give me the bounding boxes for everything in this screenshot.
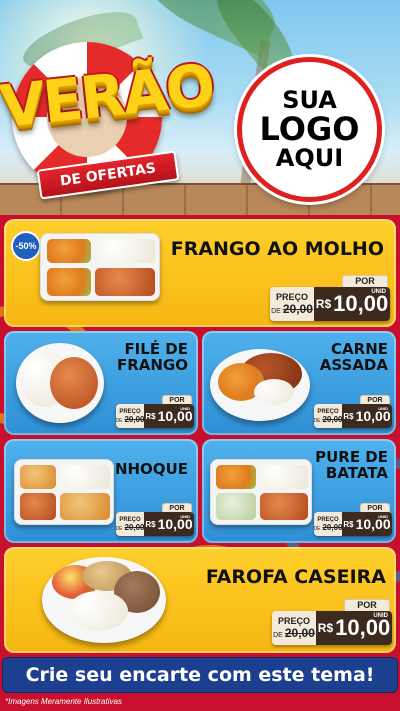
- old-price: 20,00: [322, 522, 343, 532]
- logo-line: LOGO: [259, 109, 360, 148]
- product-card[interactable]: FILÉ DE FRANGO POR PREÇO DE 20,00 R$ 10,00…: [4, 331, 198, 435]
- discount-badge: -50%: [11, 231, 41, 261]
- product-name: FAROFA CASEIRA: [205, 566, 386, 588]
- tray-mashed-potato-icon: [210, 459, 312, 525]
- discount-label: -50%: [15, 241, 37, 251]
- old-price: 20,00: [282, 302, 313, 316]
- logo-placeholder: SUA LOGO AQUI: [237, 57, 382, 202]
- product-card[interactable]: FAROFA CASEIRA POR PREÇO DE 20,00 R$ 10,0…: [4, 547, 396, 653]
- tray-chicken-icon: [40, 233, 160, 301]
- disclaimer: *Imagens Meramente Ilustrativas: [5, 697, 122, 706]
- bowl-farofa-icon: [42, 557, 166, 643]
- old-price: 20,00: [284, 626, 315, 640]
- product-name: FILÉ DE FRANGO: [116, 340, 188, 375]
- bowl-beef-icon: [210, 349, 310, 421]
- currency: R$: [315, 297, 332, 311]
- price-tag: POR PREÇO DE 20,00 R$ 10,00 UNID: [272, 599, 392, 647]
- price-tag: POR PREÇO DE 20,00 R$ 10,00 UNID: [116, 395, 194, 431]
- price-tag: POR PREÇO DE 20,00 R$ 10,00 UNID: [314, 395, 392, 431]
- price-tag: POR PREÇO DE 20,00 R$ 10,00 UNID: [314, 503, 392, 539]
- product-name: FRANGO AO MOLHO: [170, 238, 384, 260]
- header-banner: VERÃO DE OFERTAS SUA LOGO AQUI: [0, 0, 400, 215]
- flyer: VERÃO DE OFERTAS SUA LOGO AQUI -50% FRAN…: [0, 0, 400, 711]
- logo-line: AQUI: [275, 144, 344, 173]
- old-price: 20,00: [124, 522, 145, 532]
- product-name: NHOQUE: [114, 460, 188, 478]
- unit-label: UNID: [371, 289, 386, 295]
- price-label: PREÇO: [275, 292, 308, 302]
- campaign-subtitle: DE OFERTAS: [59, 160, 157, 190]
- product-name: PURE DE BATATA: [315, 448, 388, 483]
- create-flyer-button[interactable]: Crie seu encarte com este tema!: [2, 657, 398, 693]
- product-card[interactable]: NHOQUE POR PREÇO DE 20,00 R$ 10,00 UNID: [4, 439, 198, 543]
- bowl-chicken-icon: [16, 343, 104, 423]
- cta-label: Crie seu encarte com este tema!: [25, 664, 375, 686]
- price-de-label: DE: [271, 308, 281, 315]
- tray-gnocchi-icon: [14, 459, 114, 525]
- price-tag: POR PREÇO DE 20,00 R$ 10,00 UNID: [116, 503, 194, 539]
- product-name: CARNE ASSADA: [319, 340, 388, 375]
- product-card[interactable]: -50% FRANGO AO MOLHO POR PREÇO DE 20,00 R…: [4, 219, 396, 327]
- old-price: 20,00: [322, 414, 343, 424]
- price-tag: POR PREÇO DE 20,00 R$ 10,00 UNID: [270, 275, 390, 323]
- old-price: 20,00: [124, 414, 145, 424]
- product-card[interactable]: PURE DE BATATA POR PREÇO DE 20,00 R$ 10,00…: [202, 439, 396, 543]
- logo-line: SUA: [282, 85, 337, 114]
- product-card[interactable]: CARNE ASSADA POR PREÇO DE 20,00 R$ 10,00 U…: [202, 331, 396, 435]
